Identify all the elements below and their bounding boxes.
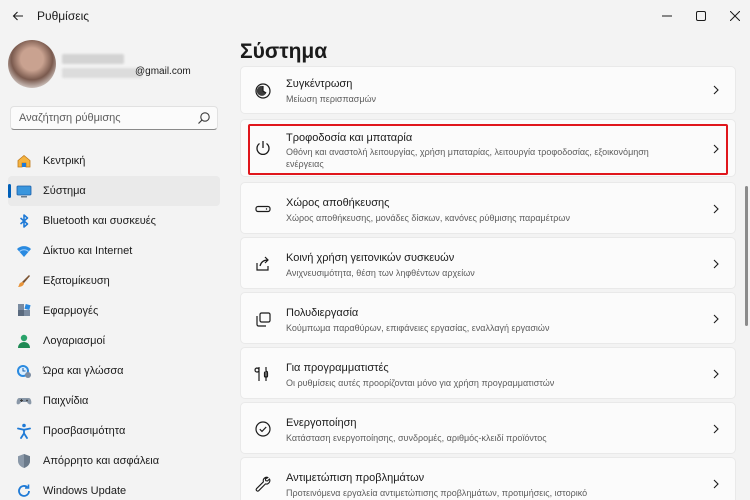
search-box[interactable] <box>10 106 218 130</box>
chevron-right-icon <box>711 479 721 489</box>
sidebar-item-bluetooth[interactable]: Bluetooth και συσκευές <box>8 206 220 236</box>
brush-icon <box>16 273 32 289</box>
settings-card-multitasking[interactable]: Πολυδιεργασία Κούμπωμα παραθύρων, επιφάν… <box>240 292 736 344</box>
multitasking-icon <box>253 309 273 329</box>
card-title: Για προγραμματιστές <box>286 362 389 374</box>
chevron-right-icon <box>711 85 721 95</box>
card-description: Ανιχνευσιμότητα, θέση των ληφθέντων αρχε… <box>286 268 475 278</box>
chevron-right-icon <box>711 424 721 434</box>
gamepad-icon <box>16 393 32 409</box>
card-description: Προτεινόμενα εργαλεία αντιμετώπισης προβ… <box>286 488 588 498</box>
app-title: Ρυθμίσεις <box>37 9 90 23</box>
close-icon <box>730 11 740 21</box>
settings-card-nearby-sharing[interactable]: Κοινή χρήση γειτονικών συσκευών Ανιχνευσ… <box>240 237 736 289</box>
system-icon <box>16 183 32 199</box>
sidebar-item-windows-update[interactable]: Windows Update <box>8 476 220 500</box>
search-input[interactable] <box>19 110 189 126</box>
settings-card-activation[interactable]: Ενεργοποίηση Κατάσταση ενεργοποίησης, συ… <box>240 402 736 454</box>
card-title: Χώρος αποθήκευσης <box>286 197 390 209</box>
settings-card-focus[interactable]: Συγκέντρωση Μείωση περισπασμών <box>240 66 736 114</box>
sidebar-item-apps[interactable]: Εφαρμογές <box>8 296 220 326</box>
scrollbar[interactable] <box>745 186 748 326</box>
shield-icon <box>16 453 32 469</box>
chevron-right-icon <box>711 259 721 269</box>
wifi-icon <box>16 243 32 259</box>
developer-icon <box>253 364 273 384</box>
title-bar: Ρυθμίσεις <box>0 0 750 32</box>
user-email-redacted <box>62 68 142 78</box>
minimize-icon <box>662 15 672 17</box>
activation-icon <box>253 419 273 439</box>
time-language-icon <box>16 363 32 379</box>
focus-icon <box>253 81 273 101</box>
card-description: Χώρος αποθήκευσης, μονάδες δίσκων, κανόν… <box>286 213 570 223</box>
page-title: Σύστημα <box>240 40 328 63</box>
share-icon <box>253 254 273 274</box>
troubleshoot-icon <box>253 474 273 494</box>
accessibility-icon <box>16 423 32 439</box>
highlight-box <box>248 124 728 175</box>
email-domain: @gmail.com <box>135 66 191 77</box>
sidebar-item-system[interactable]: Σύστημα <box>8 176 220 206</box>
sidebar-nav: Κεντρική Σύστημα Bluetooth και συσκευές … <box>8 146 220 500</box>
sidebar-item-accounts[interactable]: Λογαριασμοί <box>8 326 220 356</box>
sidebar-item-gaming[interactable]: Παιχνίδια <box>8 386 220 416</box>
close-button[interactable] <box>712 0 750 32</box>
card-title: Κοινή χρήση γειτονικών συσκευών <box>286 252 455 264</box>
search-icon[interactable] <box>197 111 211 125</box>
sidebar-item-home[interactable]: Κεντρική <box>8 146 220 176</box>
card-title: Πολυδιεργασία <box>286 307 359 319</box>
apps-icon <box>16 303 32 319</box>
bluetooth-icon <box>16 213 32 229</box>
card-description: Μείωση περισπασμών <box>286 94 377 104</box>
settings-card-for-developers[interactable]: Για προγραμματιστές Οι ρυθμίσεις αυτές π… <box>240 347 736 399</box>
card-description: Κατάσταση ενεργοποίησης, συνδρομές, αριθ… <box>286 433 547 443</box>
sidebar-item-network[interactable]: Δίκτυο και Internet <box>8 236 220 266</box>
update-icon <box>16 483 32 499</box>
account-icon <box>16 333 32 349</box>
user-profile[interactable]: @gmail.com <box>8 40 228 104</box>
sidebar-item-personalization[interactable]: Εξατομίκευση <box>8 266 220 296</box>
chevron-right-icon <box>711 314 721 324</box>
avatar <box>8 40 56 88</box>
sidebar-item-privacy[interactable]: Απόρρητο και ασφάλεια <box>8 446 220 476</box>
back-button[interactable] <box>6 4 30 28</box>
card-title: Ενεργοποίηση <box>286 417 357 429</box>
settings-card-storage[interactable]: Χώρος αποθήκευσης Χώρος αποθήκευσης, μον… <box>240 182 736 234</box>
maximize-icon <box>696 11 706 21</box>
home-icon <box>16 153 32 169</box>
sidebar-item-accessibility[interactable]: Προσβασιμότητα <box>8 416 220 446</box>
storage-icon <box>253 199 273 219</box>
card-description: Οι ρυθμίσεις αυτές προορίζονται μόνο για… <box>286 378 555 388</box>
arrow-left-icon <box>12 11 23 21</box>
chevron-right-icon <box>711 204 721 214</box>
card-title: Συγκέντρωση <box>286 78 353 90</box>
sidebar-item-time-language[interactable]: Ώρα και γλώσσα <box>8 356 220 386</box>
settings-card-troubleshoot[interactable]: Αντιμετώπιση προβλημάτων Προτεινόμενα ερ… <box>240 457 736 500</box>
card-title: Αντιμετώπιση προβλημάτων <box>286 472 425 484</box>
chevron-right-icon <box>711 369 721 379</box>
card-description: Κούμπωμα παραθύρων, επιφάνειες εργασίας,… <box>286 323 550 333</box>
user-name-redacted <box>62 54 124 64</box>
